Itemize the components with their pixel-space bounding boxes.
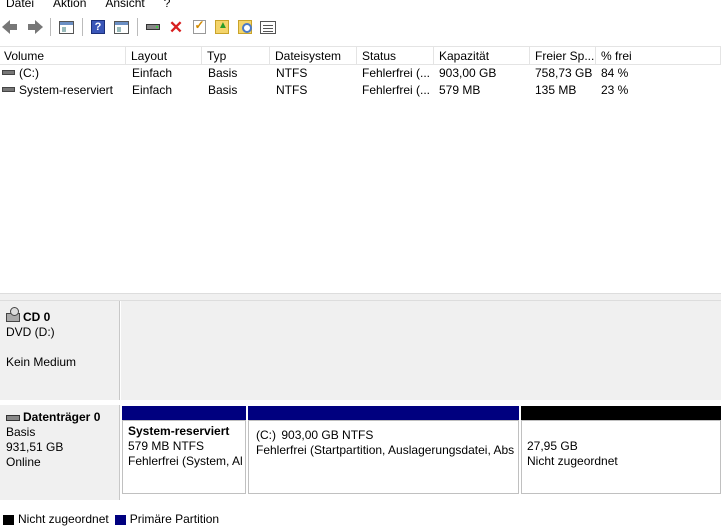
partition-title: (C:) <box>256 428 278 443</box>
disk-label-disk0[interactable]: Datenträger 0 Basis 931,51 GB Online <box>0 405 120 500</box>
action-pane-button[interactable] <box>112 18 130 36</box>
table-row[interactable]: System-reserviert Einfach Basis NTFS Feh… <box>0 82 721 99</box>
filesystem-cell: NTFS <box>276 66 308 80</box>
window-icon <box>58 20 74 34</box>
menu-datei[interactable]: Datei <box>6 0 34 10</box>
layout-cell: Einfach <box>132 83 173 97</box>
partition-size: 903,00 GB NTFS <box>281 428 374 443</box>
column-layout[interactable]: Layout <box>127 47 202 65</box>
search-button[interactable] <box>236 18 254 36</box>
column-typ[interactable]: Typ <box>203 47 270 65</box>
forward-icon <box>28 20 43 34</box>
menu-aktion[interactable]: Aktion <box>53 0 86 10</box>
window-icon <box>113 20 129 34</box>
toolbar-separator <box>137 18 138 36</box>
disk-type: Basis <box>6 425 36 439</box>
partition-unallocated[interactable]: 27,95 GB Nicht zugeordnet <box>521 406 721 494</box>
disk-name: CD 0 <box>23 310 51 324</box>
column-kapazitaet[interactable]: Kapazität <box>435 47 530 65</box>
table-row[interactable]: (C:) Einfach Basis NTFS Fehlerfrei (... … <box>0 65 721 82</box>
partition-c[interactable]: (C:) 903,00 GB NTFS Fehlerfrei (Startpar… <box>248 406 519 494</box>
legend-label-unallocated: Nicht zugeordnet <box>18 512 109 526</box>
partition-size: 579 MB NTFS <box>128 439 205 453</box>
typ-cell: Basis <box>208 66 238 80</box>
volume-table-header: Volume Layout Typ Dateisystem Status Kap… <box>0 46 721 65</box>
list-button[interactable] <box>259 18 277 36</box>
hard-disk-icon <box>6 414 20 421</box>
column-prozent-frei[interactable]: % frei <box>597 47 721 65</box>
menu-help[interactable]: ? <box>164 0 171 10</box>
status-cell: Fehlerfrei (... <box>362 66 431 80</box>
volume-name: (C:) <box>19 66 39 80</box>
status-cell: Fehlerfrei (... <box>362 83 431 97</box>
legend-label-primary: Primäre Partition <box>129 512 220 526</box>
cd-empty-area <box>121 301 721 400</box>
partition-system-reserved[interactable]: System-reserviert 579 MB NTFS Fehlerfrei… <box>122 406 246 494</box>
unallocated-size: 27,95 GB <box>527 439 578 453</box>
back-icon <box>2 20 17 34</box>
delete-button[interactable]: ✕ <box>167 18 185 36</box>
properties-button[interactable] <box>190 18 208 36</box>
selected-partition-hatch: (C:) 903,00 GB NTFS Fehlerfrei (Startpar… <box>248 420 519 494</box>
forward-button[interactable] <box>25 18 43 36</box>
filesystem-cell: NTFS <box>276 83 308 97</box>
toolbar-separator <box>82 18 83 36</box>
primary-partition-bar <box>122 406 246 420</box>
unallocated-status: Nicht zugeordnet <box>527 454 618 468</box>
disk-graph-view: CD 0 DVD (D:) Kein Medium Datenträger 0 … <box>0 301 721 511</box>
partition-status: Fehlerfrei (System, Al <box>128 454 243 468</box>
column-freier-speicher[interactable]: Freier Sp... <box>531 47 596 65</box>
pane-splitter[interactable] <box>0 293 721 301</box>
partition-title: System-reserviert <box>128 424 230 438</box>
search-icon <box>238 20 252 34</box>
menu-ansicht[interactable]: Ansicht <box>105 0 144 10</box>
primary-partition-bar <box>248 406 519 420</box>
free-space-cell: 758,73 GB <box>535 66 593 80</box>
drive-icon <box>146 24 160 30</box>
up-folder-icon <box>215 20 229 34</box>
capacity-cell: 903,00 GB <box>439 66 497 80</box>
cd-drive-icon <box>6 307 20 322</box>
legend-swatch-unallocated <box>3 515 14 525</box>
unallocated-bar <box>521 406 721 420</box>
console-tree-button[interactable] <box>57 18 75 36</box>
up-folder-button[interactable] <box>213 18 231 36</box>
column-dateisystem[interactable]: Dateisystem <box>271 47 357 65</box>
partition-status: Fehlerfrei (Startpartition, Auslagerungs… <box>256 443 514 458</box>
disk-status: Online <box>6 455 41 469</box>
menu-bar: Datei Aktion Ansicht ? <box>0 0 721 12</box>
volume-name: System-reserviert <box>19 83 114 97</box>
back-button[interactable] <box>2 18 20 36</box>
delete-icon: ✕ <box>168 17 184 37</box>
column-status[interactable]: Status <box>358 47 434 65</box>
legend-swatch-primary <box>114 515 126 525</box>
disk-name: Datenträger 0 <box>23 410 101 424</box>
properties-icon <box>192 18 206 34</box>
volume-icon <box>2 87 15 93</box>
disk-label-cd0[interactable]: CD 0 DVD (D:) Kein Medium <box>0 301 120 400</box>
legend: Nicht zugeordnet Primäre Partition <box>0 511 721 526</box>
percent-free-cell: 84 % <box>601 66 629 80</box>
layout-cell: Einfach <box>132 66 173 80</box>
capacity-cell: 579 MB <box>439 83 481 97</box>
toolbar-separator <box>50 18 51 36</box>
help-icon: ? <box>91 20 105 34</box>
toolbar: ? ✕ <box>0 16 721 38</box>
connect-drive-button[interactable] <box>144 18 162 36</box>
free-space-cell: 135 MB <box>535 83 577 97</box>
volume-icon <box>2 70 15 76</box>
disk-media-status: Kein Medium <box>6 355 77 369</box>
column-volume[interactable]: Volume <box>0 47 126 65</box>
disk-size: 931,51 GB <box>6 440 64 454</box>
percent-free-cell: 23 % <box>601 83 629 97</box>
help-button[interactable]: ? <box>89 18 107 36</box>
typ-cell: Basis <box>208 83 238 97</box>
disk-drive-letter: DVD (D:) <box>6 325 55 339</box>
list-icon <box>260 20 276 34</box>
